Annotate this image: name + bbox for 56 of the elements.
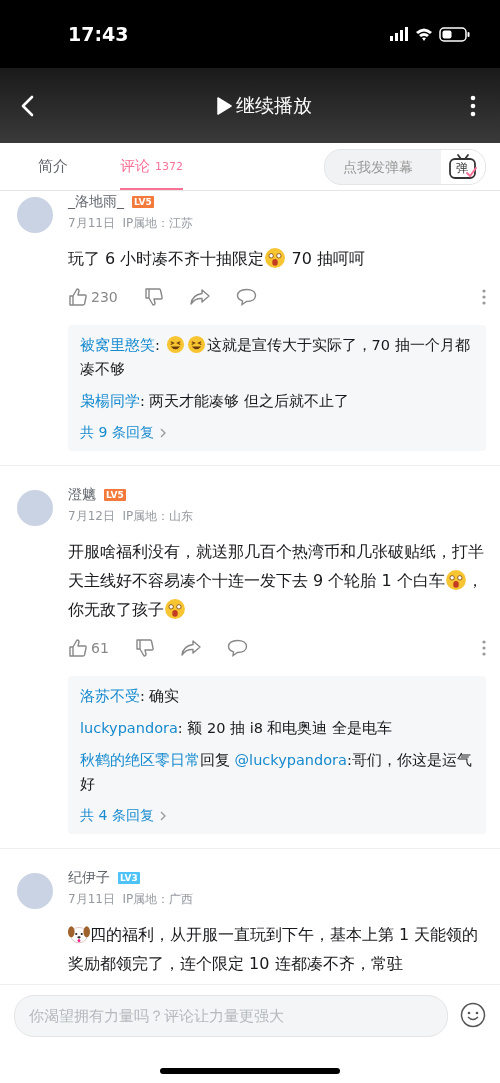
view-replies-link[interactable]: 共 9 条回复	[80, 421, 167, 445]
reply-text: 洛苏不受: 确实	[80, 687, 181, 706]
reply-text: 被窝里憨笑: 这就是宣传大于实际了，70 抽一个月都凑不够	[80, 334, 471, 379]
reply-text: 秋鹤的绝区零日常 回复 @luckypandora:哥们，你这是运气好	[80, 751, 473, 794]
chevron-right-icon	[158, 810, 167, 822]
comment-text: 玩了 6 小时凑不齐十抽限定 70 抽呵呵	[68, 246, 366, 271]
user-name[interactable]: 澄魑	[68, 486, 96, 504]
emoji-icon[interactable]	[460, 1002, 486, 1028]
dislike-icon[interactable]	[134, 638, 155, 658]
comment-text: 开服啥福利没有，就送那几百个热湾币和几张破贴纸，打半天主线好不容易凑个十连一发下去 9 个轮胎 1 个白车 ，你无敌了孩子	[68, 541, 485, 622]
play-icon	[216, 96, 232, 115]
thumbs-up-icon	[68, 638, 88, 658]
dislike-icon[interactable]	[143, 287, 164, 307]
comment-input[interactable]: 你渴望拥有力量吗？评论让力量更强大	[14, 995, 448, 1037]
user-name[interactable]: _洛地雨_	[68, 193, 124, 211]
emoji-icon	[264, 247, 287, 269]
dog-emoji-icon	[68, 923, 90, 945]
level-badge: LV5	[132, 196, 154, 208]
reply-user-link[interactable]: luckypandora	[80, 720, 178, 736]
emoji-icon	[444, 569, 467, 591]
share-icon[interactable]	[189, 288, 210, 306]
back-icon[interactable]	[20, 94, 34, 117]
comment-meta: 7月12日 IP属地：山东	[68, 508, 195, 525]
reply-user-link[interactable]: 被窝里憨笑	[80, 337, 155, 353]
view-replies-link[interactable]: 共 4 条回复	[80, 804, 167, 828]
reply-user-link[interactable]: 枭楊同学	[80, 393, 140, 409]
chevron-right-icon	[158, 427, 167, 439]
mention-link[interactable]: @luckypandora	[234, 752, 347, 768]
reply-text: luckypandora: 额 20 抽 i8 和电奥迪 全是电车	[80, 719, 394, 738]
comment-meta: 7月11日 IP属地：江苏	[68, 215, 195, 232]
emoji-icon	[164, 598, 186, 620]
signal-icon	[390, 25, 408, 43]
level-badge: LV3	[118, 872, 140, 884]
level-badge: LV5	[104, 489, 126, 501]
emoji-icon	[165, 335, 185, 354]
comment-icon[interactable]	[226, 639, 248, 657]
comment-meta: 7月11日 IP属地：广西	[68, 891, 195, 908]
reply-user-link[interactable]: 洛苏不受	[80, 688, 140, 704]
share-icon[interactable]	[180, 639, 201, 657]
tab[interactable]: 评论 1372	[120, 143, 183, 190]
resume-play-button[interactable]: 继续播放	[210, 91, 318, 120]
danmaku-toggle-icon[interactable]: 弹	[441, 149, 485, 184]
comment-icon[interactable]	[235, 288, 257, 306]
status-time: 17:43	[68, 23, 129, 45]
like-button[interactable]: 61	[68, 638, 109, 658]
user-name[interactable]: 纪伊子	[68, 869, 110, 887]
comment-text: 四的福利，从开服一直玩到下午，基本上第 1 天能领的奖励都领完了，连个限定 10 连都凑不齐，常驻	[68, 922, 480, 975]
like-button[interactable]: 230	[68, 287, 118, 307]
battery-icon	[439, 25, 470, 43]
tab[interactable]: 简介	[38, 143, 68, 190]
danmaku-field[interactable]: 点我发弹幕 弹	[324, 148, 486, 185]
thumbs-up-icon	[68, 287, 88, 307]
reply-user-link[interactable]: 秋鹤的绝区零日常	[80, 752, 200, 768]
reply-text: 枭楊同学: 两天才能凑够 但之后就不止了	[80, 392, 351, 411]
emoji-icon	[186, 335, 206, 354]
more-icon[interactable]	[470, 94, 476, 117]
